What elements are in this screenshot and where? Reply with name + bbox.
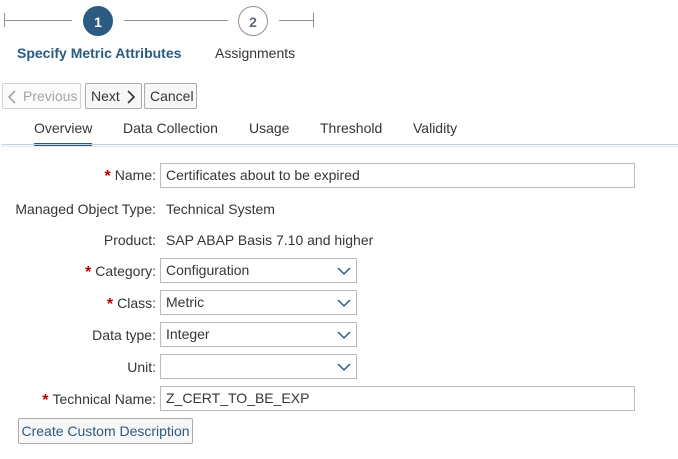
chevron-down-icon[interactable] [336, 295, 352, 311]
chevron-down-icon[interactable] [336, 359, 352, 375]
chevron-down-icon[interactable] [336, 263, 352, 279]
technical-name-label: * Technical Name: [42, 391, 156, 409]
tab-threshold[interactable]: Threshold [320, 120, 382, 136]
required-indicator: * [85, 264, 92, 281]
name-input[interactable]: Certificates about to be expired [160, 163, 635, 188]
class-selected-value: Metric [166, 294, 205, 310]
technical-name-input[interactable]: Z_CERT_TO_BE_EXP [160, 386, 635, 411]
category-selected-value: Configuration [166, 262, 250, 278]
class-select[interactable]: Metric [160, 290, 357, 315]
wizard-step-1-label[interactable]: Specify Metric Attributes [17, 45, 181, 61]
next-label: Next [91, 88, 120, 104]
wizard-line [279, 20, 313, 21]
managed-object-type-value: Technical System [166, 201, 275, 217]
chevron-left-icon [7, 90, 16, 104]
class-label: * Class: [106, 295, 156, 313]
required-indicator: * [104, 168, 111, 185]
managed-object-type-label: Managed Object Type: [15, 201, 156, 217]
tab-overview[interactable]: Overview [34, 120, 93, 146]
tab-usage[interactable]: Usage [249, 120, 289, 136]
next-button[interactable]: Next [85, 83, 142, 109]
wizard-line [124, 20, 228, 21]
unit-label: Unit: [127, 359, 156, 375]
unit-select[interactable] [160, 354, 357, 379]
name-label: * Name: [104, 167, 156, 185]
wizard-step-1-circle[interactable]: 1 [83, 6, 113, 36]
cancel-label: Cancel [150, 88, 194, 104]
previous-button[interactable]: Previous [2, 83, 81, 109]
category-label: * Category: [85, 263, 156, 281]
wizard-line [4, 20, 72, 21]
create-custom-description-button[interactable]: Create Custom Description [18, 418, 193, 444]
data-type-selected-value: Integer [166, 326, 210, 342]
wizard-progress: 1 2 Specify Metric Attributes Assignment… [0, 0, 678, 70]
category-select[interactable]: Configuration [160, 258, 357, 283]
product-label: Product: [103, 232, 156, 248]
tab-data-collection[interactable]: Data Collection [123, 120, 218, 136]
wizard-step-2-circle[interactable]: 2 [238, 6, 268, 36]
product-value: SAP ABAP Basis 7.10 and higher [166, 232, 374, 248]
cancel-button[interactable]: Cancel [144, 83, 197, 109]
chevron-right-icon [127, 90, 136, 104]
tab-divider [2, 144, 678, 145]
previous-label: Previous [23, 88, 78, 104]
required-indicator: * [42, 392, 49, 409]
wizard-end-tick [313, 13, 314, 27]
wizard-step-2-label[interactable]: Assignments [215, 45, 295, 61]
tab-validity[interactable]: Validity [413, 120, 457, 136]
tab-bar: Overview Data Collection Usage Threshold… [0, 118, 678, 147]
data-type-select[interactable]: Integer [160, 322, 357, 347]
tab-divider-shadow [2, 146, 678, 147]
chevron-down-icon[interactable] [336, 327, 352, 343]
required-indicator: * [106, 296, 114, 313]
data-type-label: Data type: [92, 327, 156, 343]
